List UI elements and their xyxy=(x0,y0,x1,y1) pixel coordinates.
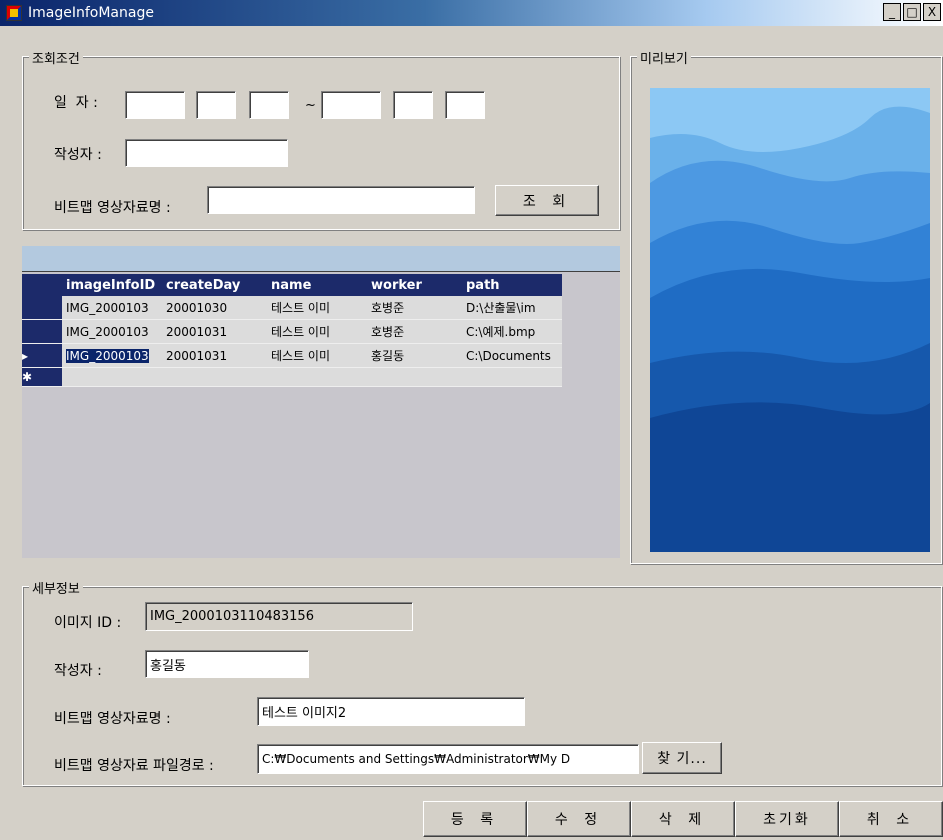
cell-createday[interactable]: 20001030 xyxy=(162,296,267,320)
image-info-table: imageInfoID createDay name worker path I… xyxy=(22,274,562,387)
date-to-month-input[interactable] xyxy=(393,91,433,119)
table-row-selected[interactable]: ▸ IMG_2000103 20001031 테스트 이미 홍길동 C:\Doc… xyxy=(22,343,562,368)
table-row[interactable]: IMG_2000103 20001030 테스트 이미 호병준 D:\산출물\i… xyxy=(22,296,562,320)
cell-worker[interactable]: 홍길동 xyxy=(367,343,462,368)
detail-name-label: 비트맵 영상자료명 : xyxy=(54,711,171,727)
table-row[interactable]: IMG_2000103 20001031 테스트 이미 호병준 C:\예제.bm… xyxy=(22,319,562,344)
search-button[interactable]: 조 회 xyxy=(495,185,599,216)
grid-caption-bar xyxy=(22,246,620,272)
date-to-day-input[interactable] xyxy=(445,91,485,119)
row-indicator[interactable] xyxy=(22,319,62,344)
detail-author-label: 작성자 : xyxy=(54,663,102,679)
column-header-worker[interactable]: worker xyxy=(367,274,462,296)
detail-id-field[interactable] xyxy=(145,602,413,631)
row-header-corner xyxy=(22,274,62,296)
preview-image xyxy=(650,88,930,552)
image-info-grid[interactable]: imageInfoID createDay name worker path I… xyxy=(22,246,620,558)
grid-header-row: imageInfoID createDay name worker path xyxy=(22,274,562,296)
cancel-button[interactable]: 취 소 xyxy=(839,801,943,837)
column-header-createday[interactable]: createDay xyxy=(162,274,267,296)
search-author-input[interactable] xyxy=(125,139,288,167)
date-label: 일 자 : xyxy=(54,95,98,111)
cell-path[interactable]: D:\산출물\im xyxy=(462,296,562,320)
cell-name[interactable]: 테스트 이미 xyxy=(267,296,367,320)
row-indicator[interactable] xyxy=(22,296,62,320)
column-header-path[interactable]: path xyxy=(462,274,562,296)
search-author-label: 작성자 : xyxy=(54,147,102,163)
app-icon xyxy=(6,5,22,21)
cell-name[interactable]: 테스트 이미 xyxy=(267,343,367,368)
detail-author-field[interactable] xyxy=(145,650,309,678)
cell-name[interactable]: 테스트 이미 xyxy=(267,319,367,344)
search-name-label: 비트맵 영상자료명 : xyxy=(54,200,171,216)
detail-name-field[interactable] xyxy=(257,697,525,726)
date-to-year-input[interactable] xyxy=(321,91,381,119)
preview-legend: 미리보기 xyxy=(637,48,691,67)
date-from-month-input[interactable] xyxy=(196,91,236,119)
cell-imageinfoid[interactable]: IMG_2000103 xyxy=(62,319,162,344)
mountain-landscape-image xyxy=(650,88,930,552)
cell-worker[interactable]: 호병준 xyxy=(367,296,462,320)
detail-legend: 세부정보 xyxy=(29,578,83,597)
cell-worker[interactable]: 호병준 xyxy=(367,319,462,344)
current-row-arrow-icon[interactable]: ▸ xyxy=(22,343,62,368)
cell-imageinfoid[interactable]: IMG_2000103 xyxy=(62,296,162,320)
search-conditions-legend: 조회조건 xyxy=(29,48,83,67)
column-header-name[interactable]: name xyxy=(267,274,367,296)
new-row-asterisk-icon[interactable]: ✱ xyxy=(22,367,62,387)
detail-path-field[interactable] xyxy=(257,744,639,774)
new-row[interactable]: ✱ xyxy=(22,367,562,387)
register-button[interactable]: 등 록 xyxy=(423,801,527,837)
title-bar: ImageInfoManage _ □ X xyxy=(0,0,943,26)
delete-button[interactable]: 삭 제 xyxy=(631,801,735,837)
modify-button[interactable]: 수 정 xyxy=(527,801,631,837)
detail-path-label: 비트맵 영상자료 파일경로 : xyxy=(54,758,214,774)
date-range-tilde: ~ xyxy=(305,98,316,113)
detail-id-label: 이미지 ID : xyxy=(54,615,122,631)
cell-createday[interactable]: 20001031 xyxy=(162,343,267,368)
maximize-button[interactable]: □ xyxy=(903,3,921,21)
column-header-imageinfoid[interactable]: imageInfoID xyxy=(62,274,162,296)
window-title: ImageInfoManage xyxy=(28,5,154,21)
cell-createday[interactable]: 20001031 xyxy=(162,319,267,344)
cell-path[interactable]: C:\예제.bmp xyxy=(462,319,562,344)
cell-imageinfoid-selected[interactable]: IMG_2000103 xyxy=(66,348,149,363)
close-button[interactable]: X xyxy=(923,3,941,21)
search-name-input[interactable] xyxy=(207,186,475,214)
cell-path[interactable]: C:\Documents xyxy=(462,343,562,368)
date-from-day-input[interactable] xyxy=(249,91,289,119)
reset-button[interactable]: 초기화 xyxy=(735,801,839,837)
minimize-button[interactable]: _ xyxy=(883,3,901,21)
date-from-year-input[interactable] xyxy=(125,91,185,119)
find-file-button[interactable]: 찾 기... xyxy=(642,742,722,774)
